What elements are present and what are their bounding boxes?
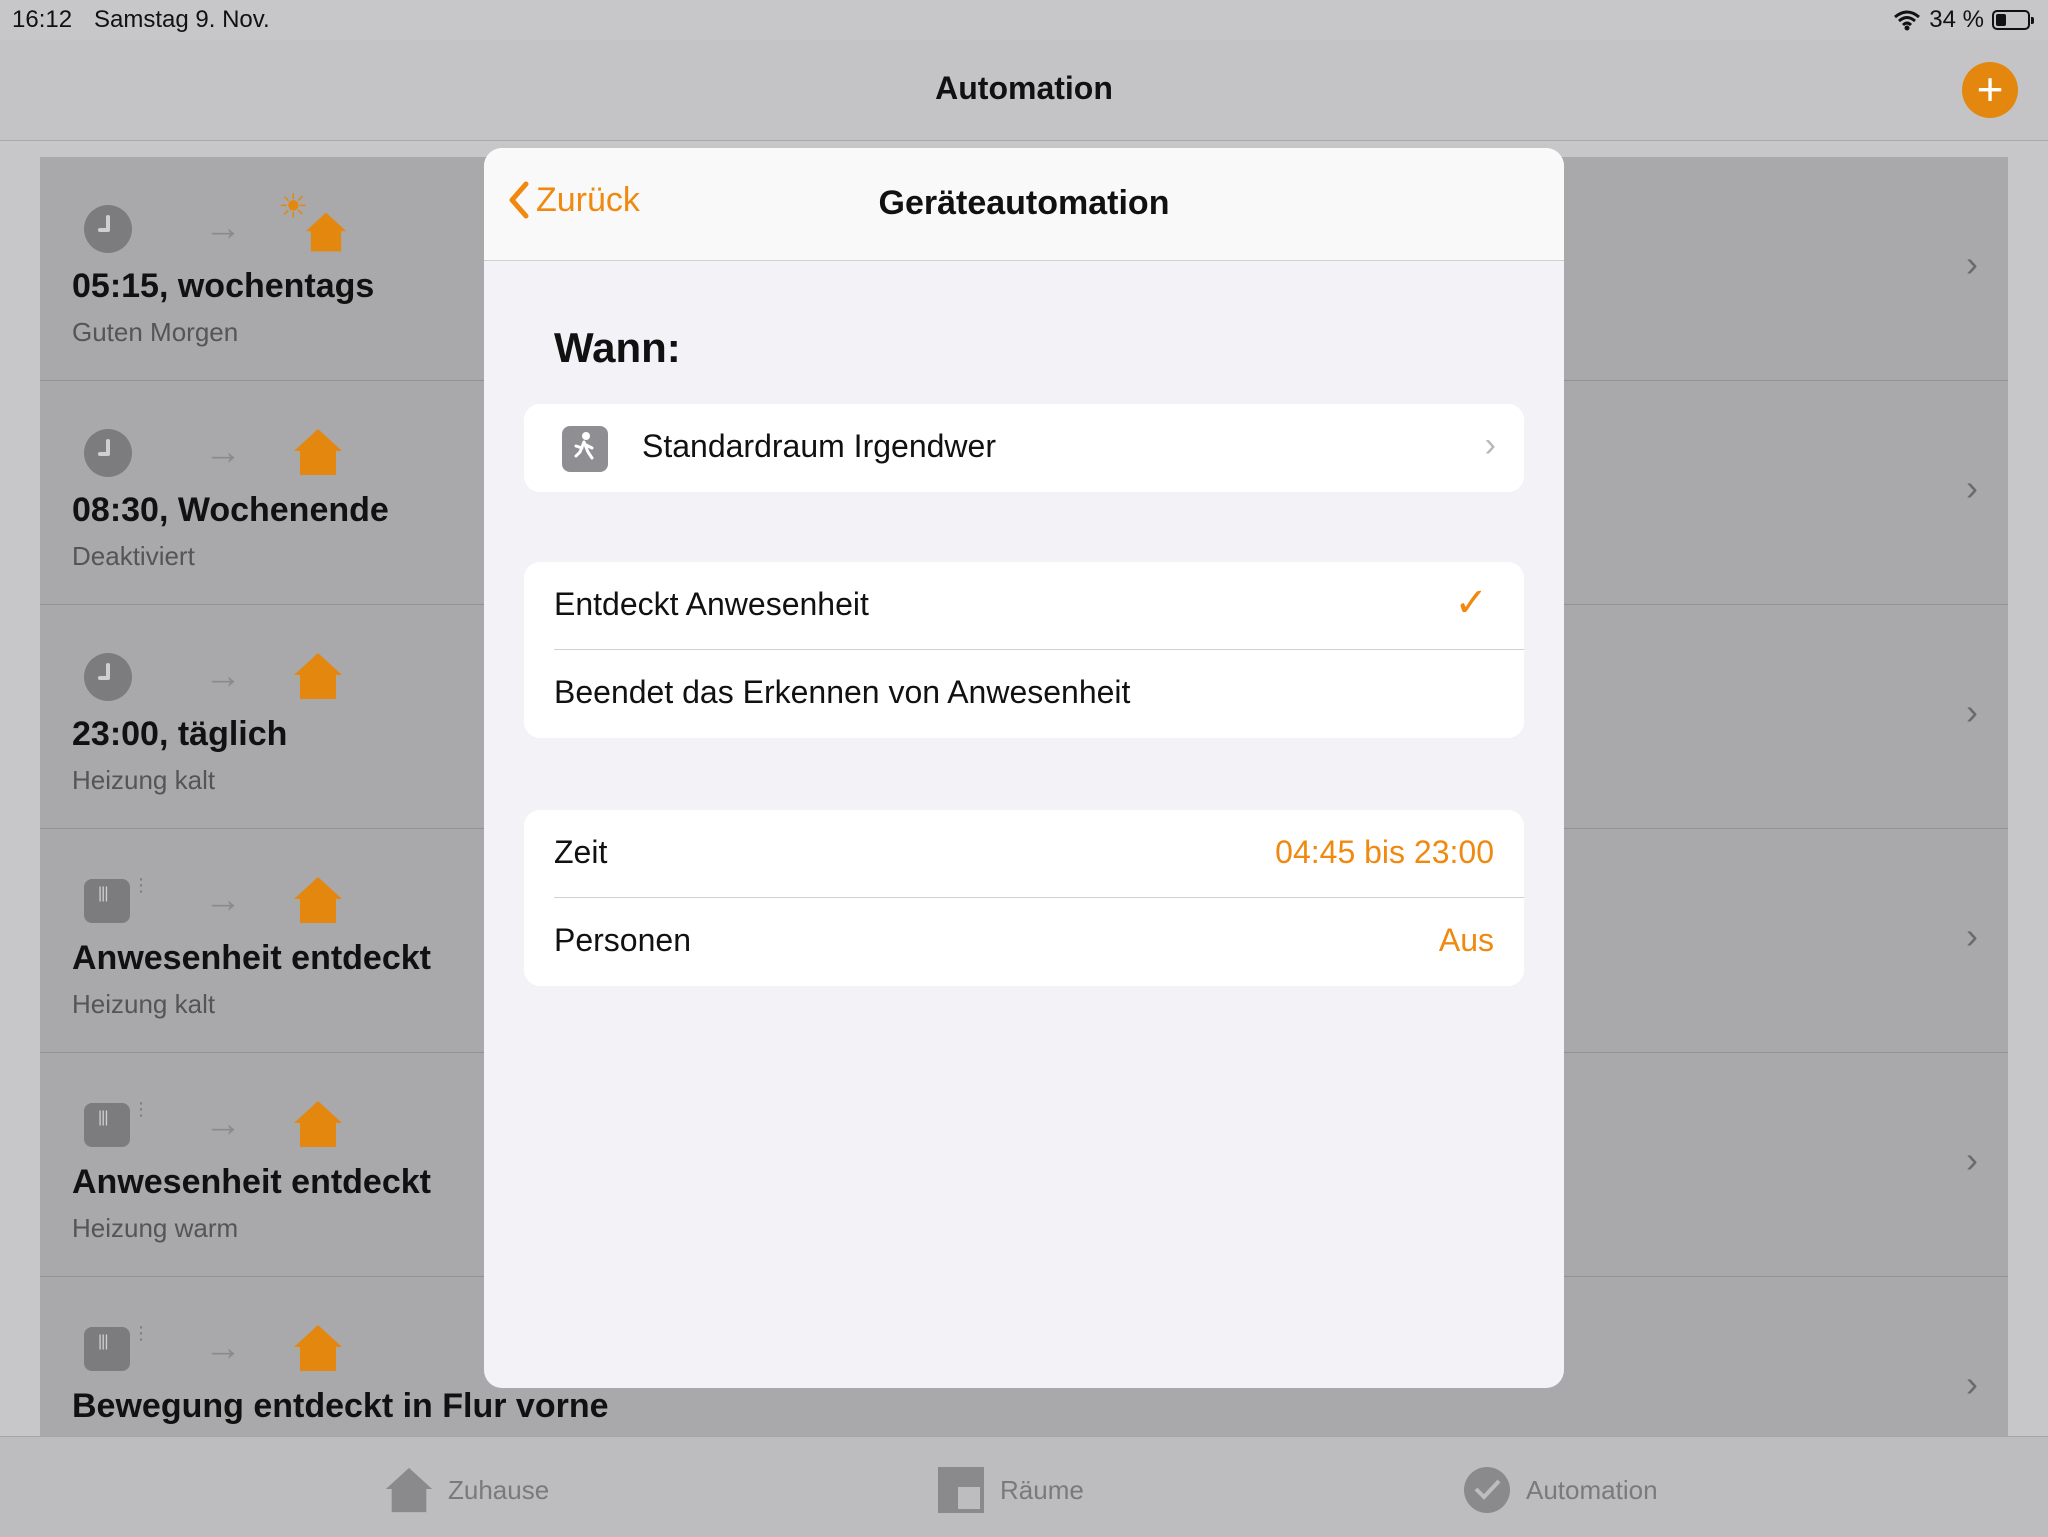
battery-percentage: 34 %: [1929, 6, 1984, 33]
chevron-right-icon: ›: [1966, 1363, 1978, 1404]
status-time: 16:12: [12, 6, 73, 33]
setting-value: Aus: [1438, 922, 1494, 958]
automation-subtitle: Heizung kalt: [72, 765, 216, 795]
persons-row[interactable]: Personen Aus: [524, 898, 1524, 986]
automation-subtitle: Heizung warm: [72, 1213, 239, 1243]
rooms-icon: [938, 1467, 984, 1513]
option-detects-presence[interactable]: Entdeckt Anwesenheit ✓: [524, 562, 1524, 650]
tab-label: Automation: [1526, 1474, 1658, 1505]
automation-subtitle: Deaktiviert: [72, 541, 195, 571]
automation-subtitle: Heizung kalt: [72, 989, 216, 1019]
sensor-group: Standardraum Irgendwer ›: [524, 404, 1524, 492]
signal-rays-icon: ⋮: [132, 1099, 150, 1119]
setting-value: 04:45 bis 23:00: [1275, 834, 1494, 870]
option-stops-detecting-presence[interactable]: Beendet das Erkennen von Anwesenheit: [524, 650, 1524, 738]
signal-rays-icon: ⋮: [132, 875, 150, 895]
clock-icon: [84, 653, 132, 701]
chevron-right-icon: ›: [1484, 426, 1496, 464]
tab-label: Räume: [1000, 1474, 1084, 1505]
sensor-icon: [84, 1327, 130, 1371]
page-title: Automation: [935, 70, 1113, 106]
status-right: 34 %: [1893, 6, 2034, 34]
automation-icons: → ☀: [82, 188, 382, 255]
automation-title: Anwesenheit entdeckt: [72, 939, 431, 977]
automation-subtitle: Guten Morgen: [72, 317, 239, 347]
tab-automation[interactable]: Automation: [1462, 1465, 1658, 1515]
section-heading: Wann:: [554, 324, 681, 371]
automation-title: 23:00, täglich: [72, 715, 288, 753]
tab-label: Zuhause: [448, 1474, 550, 1505]
setting-label: Personen: [554, 922, 691, 958]
conditions-group: Zeit 04:45 bis 23:00 Personen Aus: [524, 810, 1524, 986]
sensor-row[interactable]: Standardraum Irgendwer ›: [524, 404, 1524, 492]
house-icon: [292, 1099, 344, 1149]
option-label: Beendet das Erkennen von Anwesenheit: [554, 674, 1131, 710]
chevron-right-icon: ›: [1966, 243, 1978, 284]
automation-icons: ⋮ →: [82, 1315, 382, 1375]
house-icon: [385, 1467, 433, 1513]
automation-icons: ⋮ →: [82, 1091, 382, 1151]
tab-zuhause[interactable]: Zuhause: [384, 1465, 549, 1515]
arrow-right-icon: →: [204, 879, 242, 921]
automation-icons: →: [82, 643, 382, 703]
checkmark-icon: ✓: [1454, 581, 1488, 625]
house-icon: [292, 875, 344, 925]
arrow-right-icon: →: [204, 1103, 242, 1145]
chevron-right-icon: ›: [1966, 467, 1978, 508]
sensor-icon: [84, 1103, 130, 1147]
house-icon: [304, 211, 356, 261]
chevron-right-icon: ›: [1966, 1139, 1978, 1180]
sheet-header: Zurück Geräteautomation: [484, 148, 1564, 261]
time-row[interactable]: Zeit 04:45 bis 23:00: [524, 810, 1524, 898]
status-date: Samstag 9. Nov.: [94, 6, 270, 33]
navigation-bar: Automation +: [0, 40, 2048, 141]
automation-title: 05:15, wochentags: [72, 267, 375, 305]
device-automation-sheet: Zurück Geräteautomation Wann: Standardra…: [484, 148, 1564, 1388]
automation-title: Bewegung entdeckt in Flur vorne: [72, 1387, 609, 1425]
option-label: Entdeckt Anwesenheit: [554, 586, 869, 622]
signal-rays-icon: ⋮: [132, 1323, 150, 1343]
automation-icons: →: [82, 419, 382, 479]
sensor-icon: [84, 879, 130, 923]
chevron-right-icon: ›: [1966, 691, 1978, 732]
status-bar: 16:12 Samstag 9. Nov. 34 %: [0, 0, 2048, 40]
house-icon: [292, 427, 344, 477]
house-icon: [292, 651, 344, 701]
arrow-right-icon: →: [204, 1327, 242, 1369]
add-automation-button[interactable]: +: [1962, 62, 2018, 118]
arrow-right-icon: →: [204, 207, 242, 249]
automation-title: 08:30, Wochenende: [72, 491, 389, 529]
setting-label: Zeit: [554, 834, 608, 870]
automation-icons: ⋮ →: [82, 867, 382, 927]
clock-icon: [84, 205, 132, 253]
house-icon: [292, 1323, 344, 1373]
sheet-title: Geräteautomation: [878, 184, 1170, 222]
automation-check-icon: [1464, 1467, 1510, 1513]
tab-raeume[interactable]: Räume: [936, 1465, 1084, 1515]
chevron-right-icon: ›: [1966, 915, 1978, 956]
arrow-right-icon: →: [204, 431, 242, 473]
tab-bar: Zuhause Räume Automation: [0, 1436, 2048, 1537]
wifi-icon: [1894, 10, 1921, 31]
sensor-name: Standardraum Irgendwer: [642, 428, 996, 464]
person-walking-icon: [562, 426, 608, 472]
battery-icon: [1992, 10, 2034, 30]
arrow-right-icon: →: [204, 655, 242, 697]
trigger-options-group: Entdeckt Anwesenheit ✓ Beendet das Erken…: [524, 562, 1524, 738]
automation-title: Anwesenheit entdeckt: [72, 1163, 431, 1201]
clock-icon: [84, 429, 132, 477]
